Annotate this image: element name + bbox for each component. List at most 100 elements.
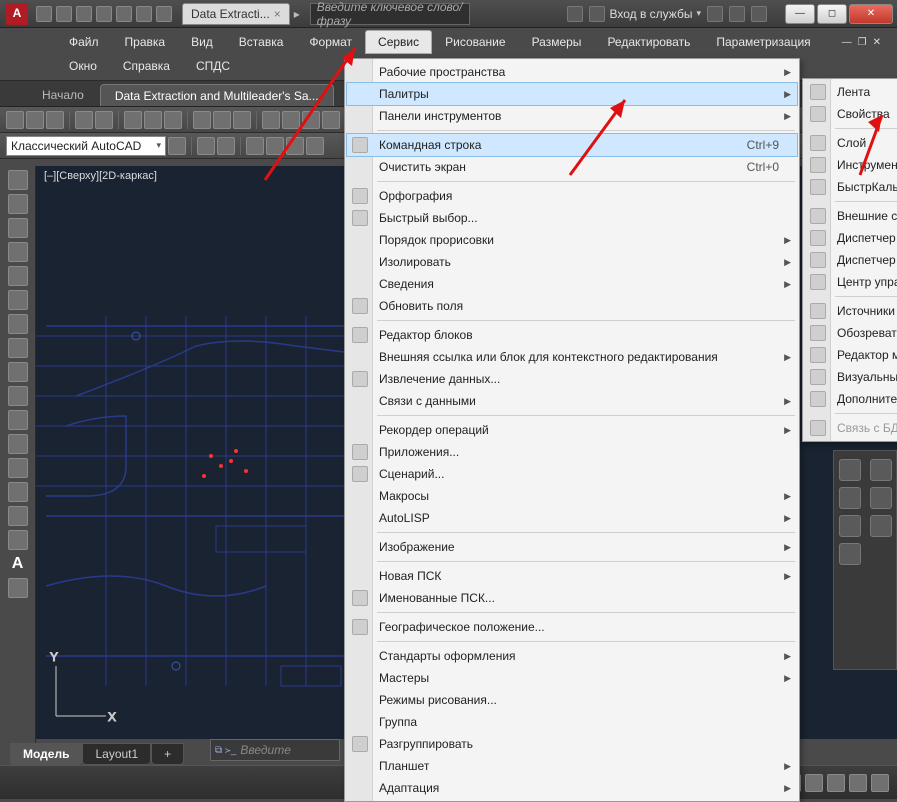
menu-item[interactable]: Сведения▶ [347,273,797,295]
menu-item[interactable]: Диспетчер [805,227,897,249]
menu-item[interactable]: БыстрКальк [805,176,897,198]
menu-item[interactable]: Стандарты оформления▶ [347,645,797,667]
menu-item[interactable]: Очистить экранCtrl+0 [347,156,797,178]
menu-item[interactable]: Диспетчер [805,249,897,271]
point-icon[interactable] [8,434,28,454]
table-icon[interactable] [8,530,28,550]
revcloud-icon[interactable] [8,314,28,334]
search-box[interactable]: Введите ключевое слово/фразу [310,3,470,25]
menu-item[interactable]: Связи с данными▶ [347,390,797,412]
qat-plot-icon[interactable] [116,6,132,22]
doctab-start[interactable]: Начало [28,84,98,106]
menu-item[interactable]: Свойства [805,103,897,125]
tb-copy-icon[interactable] [144,111,162,129]
block-icon[interactable] [8,410,28,430]
tb-zoom-icon[interactable] [282,111,300,129]
ellipsearc-icon[interactable] [8,386,28,406]
menu-item[interactable]: Визуальны [805,366,897,388]
menu-item[interactable]: Группа [347,711,797,733]
help-icon[interactable] [751,6,767,22]
mdi-close-icon[interactable]: ✕ [871,37,883,48]
menu-item[interactable]: Географическое положение... [347,616,797,638]
menu-item[interactable]: Центр упра [805,271,897,293]
command-input[interactable]: ⧉ ≻_ Введите [210,739,340,761]
menu-item[interactable]: Изображение▶ [347,536,797,558]
circle-icon[interactable] [8,290,28,310]
nav-cube-icon[interactable] [839,487,861,509]
exchange-icon[interactable] [707,6,723,22]
menu-item[interactable]: Приложения... [347,441,797,463]
tb-undo-icon[interactable] [213,111,231,129]
region-icon[interactable] [8,506,28,526]
polygon-icon[interactable] [8,218,28,238]
menu-item[interactable]: Внешняя ссылка или блок для контекстного… [347,346,797,368]
app-logo[interactable]: A [6,3,28,25]
menu-item[interactable]: Слой [805,132,897,154]
mdi-minimize-icon[interactable]: — [840,37,854,48]
tb-layer-icon[interactable] [197,137,215,155]
tb-layer2-icon[interactable] [217,137,235,155]
tb-preview-icon[interactable] [95,111,113,129]
view-label[interactable]: [–][Сверху][2D-каркас] [44,170,157,182]
tb-save-icon[interactable] [46,111,64,129]
tb-open-icon[interactable] [26,111,44,129]
menu-item[interactable]: Орфография [347,185,797,207]
menu-item[interactable]: Именованные ПСК... [347,587,797,609]
menu-item[interactable]: AutoLISP▶ [347,507,797,529]
tb-new-icon[interactable] [6,111,24,129]
qat-new-icon[interactable] [36,6,52,22]
minimize-button[interactable]: — [785,4,815,24]
menu-item[interactable]: Рабочие пространства▶ [347,61,797,83]
menu-item[interactable]: Внешние с [805,205,897,227]
tb-sun-icon[interactable] [306,137,324,155]
menu-item[interactable]: Макросы▶ [347,485,797,507]
menu-item[interactable]: Дополните [805,388,897,410]
menu-item[interactable]: Планшет▶ [347,755,797,777]
hatch-icon[interactable] [8,458,28,478]
menu-item[interactable]: Быстрый выбор... [347,207,797,229]
menu-файл[interactable]: Файл [56,30,112,54]
menu-параметризация[interactable]: Параметризация [703,30,823,54]
signin-button[interactable]: Вход в службы [589,6,701,22]
tab-add-layout[interactable]: + [151,743,184,765]
line-icon[interactable] [8,170,28,190]
qat-save-icon[interactable] [76,6,92,22]
status-custom-icon[interactable] [871,774,889,792]
menu-item[interactable]: Редактор м [805,344,897,366]
status-iso-icon[interactable] [805,774,823,792]
addsel-icon[interactable] [8,578,28,598]
menu-item[interactable]: Редактор блоков [347,324,797,346]
menu-окно[interactable]: Окно [56,54,110,78]
mtext-icon[interactable]: A [8,554,28,574]
tab-layout1[interactable]: Layout1 [82,743,151,765]
menu-item[interactable]: Извлечение данных... [347,368,797,390]
tb-cut-icon[interactable] [124,111,142,129]
nav-wheel-icon[interactable] [870,459,892,481]
menu-item[interactable]: Новая ПСК▶ [347,565,797,587]
menu-item[interactable]: Изолировать▶ [347,251,797,273]
status-clean-icon[interactable] [849,774,867,792]
gradient-icon[interactable] [8,482,28,502]
menu-item[interactable]: Разгруппировать [347,733,797,755]
menu-item[interactable]: Режимы рисования... [347,689,797,711]
nav-orbit-icon[interactable] [839,543,861,565]
menu-item[interactable]: Порядок прорисовки▶ [347,229,797,251]
menu-item[interactable]: Обозревате [805,322,897,344]
menu-вставка[interactable]: Вставка [226,30,297,54]
tb-ws-gear-icon[interactable] [168,137,186,155]
file-tab[interactable]: Data Extracti... × [182,3,290,25]
close-button[interactable]: ✕ [849,4,893,24]
menu-формат[interactable]: Формат [296,30,365,54]
qat-open-icon[interactable] [56,6,72,22]
menu-item[interactable]: Палитры▶ [347,83,797,105]
menu-item[interactable]: Панели инструментов▶ [347,105,797,127]
tab-model[interactable]: Модель [10,743,82,765]
workspace-combo[interactable]: Классический AutoCAD [6,136,166,156]
qat-redo-icon[interactable] [156,6,172,22]
tb-plot-icon[interactable] [75,111,93,129]
menu-item[interactable]: Источники [805,300,897,322]
tb-pan-icon[interactable] [262,111,280,129]
qat-saveas-icon[interactable] [96,6,112,22]
tb-redo-icon[interactable] [233,111,251,129]
menu-item[interactable]: Инструмен [805,154,897,176]
